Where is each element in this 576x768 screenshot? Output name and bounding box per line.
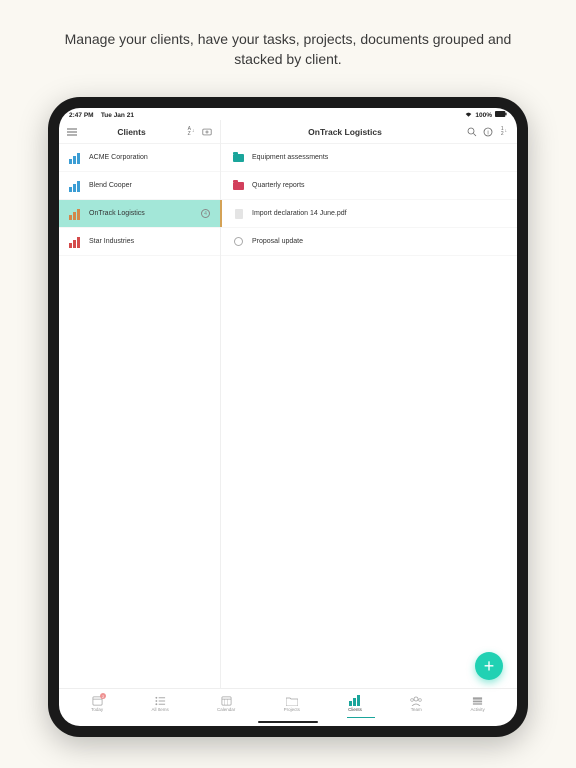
calendar-icon [220, 695, 232, 706]
projects-folder-icon [286, 695, 298, 706]
nav-label: Projects [284, 707, 300, 712]
clients-title: Clients [83, 127, 180, 137]
add-fab-button[interactable]: + [475, 652, 503, 680]
task-circle-icon [233, 237, 244, 247]
detail-item-document[interactable]: Import declaration 14 June.pdf [221, 200, 517, 228]
nav-label: Today [91, 707, 103, 712]
add-client-icon[interactable] [202, 127, 212, 137]
home-indicator[interactable] [258, 721, 318, 724]
status-date: Tue Jan 21 [101, 112, 134, 119]
detail-item-folder[interactable]: Quarterly reports [221, 172, 517, 200]
building-icon [69, 152, 81, 164]
nav-label: Team [411, 707, 422, 712]
clients-pane: Clients AZ↓ ACME Corporation [59, 120, 221, 688]
client-item-acme[interactable]: ACME Corporation [59, 144, 220, 172]
nav-calendar[interactable]: Calendar [217, 695, 235, 712]
nav-label: All Items [151, 707, 168, 712]
nav-activity[interactable]: Activity [471, 695, 485, 712]
battery-text: 100% [475, 112, 492, 119]
status-bar: 2:47 PM Tue Jan 21 100% [59, 108, 517, 120]
status-right: 100% [465, 111, 507, 119]
wifi-icon [465, 111, 472, 119]
tablet-frame: 2:47 PM Tue Jan 21 100% [48, 97, 528, 737]
app-content: Clients AZ↓ ACME Corporation [59, 120, 517, 688]
sort-order-icon[interactable]: 12↓ [499, 127, 509, 137]
clients-building-icon [349, 695, 361, 706]
nav-allitems[interactable]: All Items [151, 695, 168, 712]
client-count-badge: 4 [201, 209, 210, 218]
nav-label: Activity [471, 707, 485, 712]
detail-title: OnTrack Logistics [229, 127, 461, 137]
status-time: 2:47 PM [69, 112, 94, 119]
nav-team[interactable]: Team [410, 695, 422, 712]
sort-az-icon[interactable]: AZ↓ [186, 127, 196, 137]
folder-icon [233, 181, 244, 191]
client-item-blend[interactable]: Blend Cooper [59, 172, 220, 200]
activity-stack-icon [472, 695, 484, 706]
clients-header: Clients AZ↓ [59, 120, 220, 144]
today-badge: 2 [100, 693, 106, 699]
client-name: Blend Cooper [89, 182, 132, 189]
nav-active-underline [347, 717, 375, 719]
list-icon [154, 695, 166, 706]
folder-icon [233, 153, 244, 163]
status-left: 2:47 PM Tue Jan 21 [69, 112, 134, 119]
client-name: ACME Corporation [89, 154, 148, 161]
client-name: OnTrack Logistics [89, 210, 145, 217]
nav-clients[interactable]: Clients [348, 695, 362, 712]
item-name: Proposal update [252, 238, 303, 245]
nav-today[interactable]: 2 Today [91, 695, 103, 712]
item-name: Equipment assessments [252, 154, 328, 161]
building-icon [69, 236, 81, 248]
item-name: Import declaration 14 June.pdf [252, 210, 347, 217]
client-item-ontrack[interactable]: OnTrack Logistics 4 [59, 200, 220, 228]
detail-items-list: Equipment assessments Quarterly reports … [221, 144, 517, 688]
team-people-icon [410, 695, 422, 706]
client-name: Star Industries [89, 238, 134, 245]
svg-text:i: i [487, 130, 488, 136]
tablet-screen: 2:47 PM Tue Jan 21 100% [59, 108, 517, 726]
today-calendar-icon: 2 [91, 695, 103, 706]
nav-label: Calendar [217, 707, 235, 712]
detail-header: OnTrack Logistics i 12↓ [221, 120, 517, 144]
info-icon[interactable]: i [483, 127, 493, 137]
detail-item-task[interactable]: Proposal update [221, 228, 517, 256]
detail-pane: OnTrack Logistics i 12↓ Equipment assess… [221, 120, 517, 688]
building-icon [69, 208, 81, 220]
building-icon [69, 180, 81, 192]
nav-label: Clients [348, 707, 362, 712]
clients-list: ACME Corporation Blend Cooper OnTrack Lo… [59, 144, 220, 688]
search-icon[interactable] [467, 127, 477, 137]
hamburger-icon[interactable] [67, 127, 77, 137]
detail-item-folder[interactable]: Equipment assessments [221, 144, 517, 172]
item-name: Quarterly reports [252, 182, 305, 189]
nav-projects[interactable]: Projects [284, 695, 300, 712]
marketing-headline: Manage your clients, have your tasks, pr… [63, 30, 513, 69]
battery-icon [495, 111, 507, 119]
client-item-star[interactable]: Star Industries [59, 228, 220, 256]
document-icon [233, 209, 244, 219]
